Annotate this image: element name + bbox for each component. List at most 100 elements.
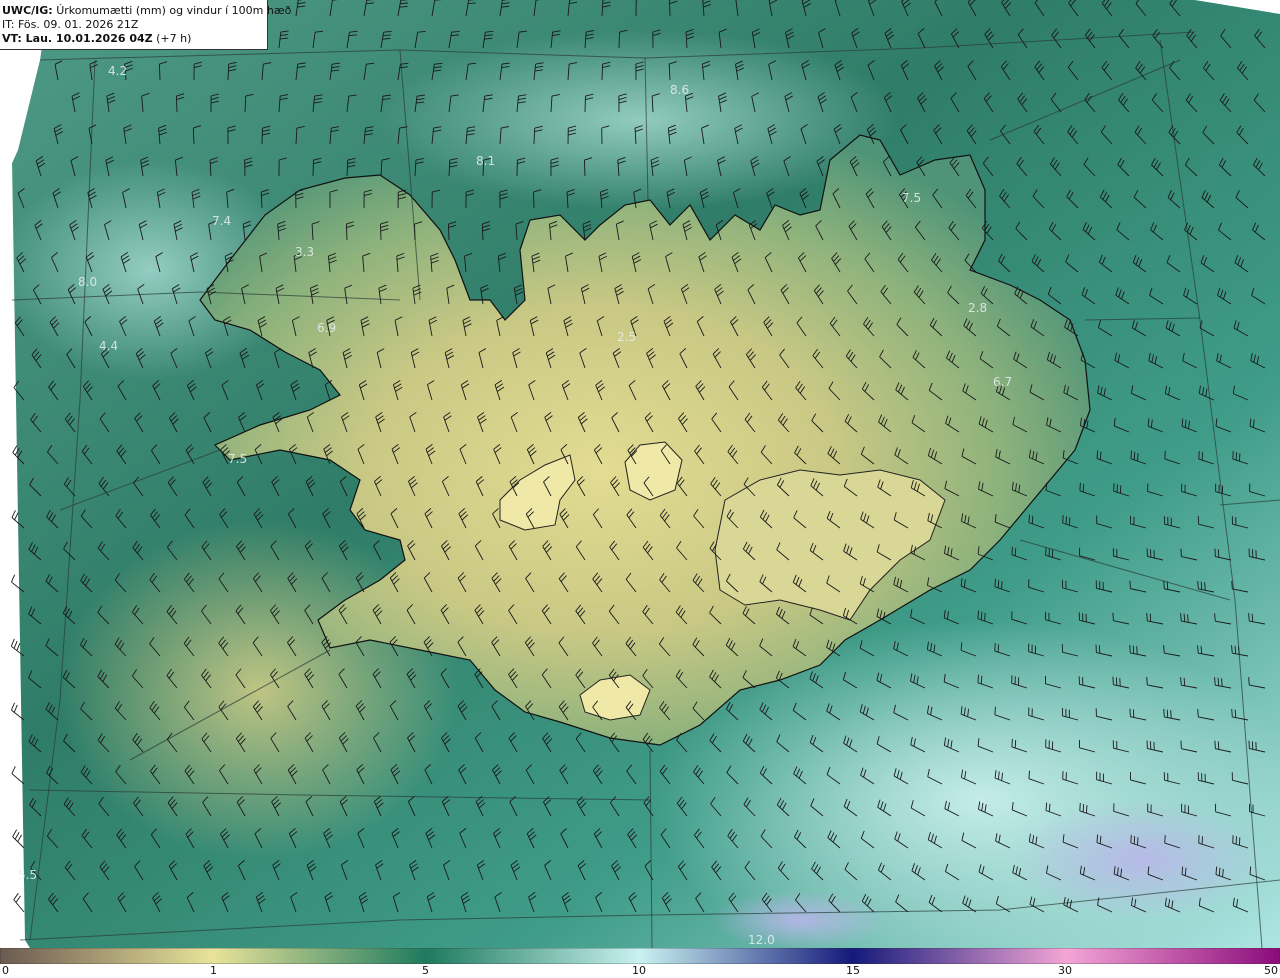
wind-barb-feather — [1248, 677, 1250, 686]
pale-field-north — [380, 30, 900, 210]
wind-barb-feather — [1163, 645, 1165, 654]
wind-barb-feather — [12, 829, 18, 837]
wind-barb-feather — [1133, 451, 1136, 460]
colorbar-tick-label: 30 — [1058, 964, 1072, 977]
precipitation-wind-map: 4.2 8.6 8.1 7.5 7.4 3.3 8.0 6.9 4.4 2.5 … — [0, 0, 1280, 948]
map-value-label: 12.0 — [748, 933, 775, 947]
wind-barb-feather — [1197, 708, 1199, 718]
map-value-label: 7.5 — [228, 452, 247, 466]
map-info-box: UWC/IG: Úrkomumætti (mm) og vindur í 100… — [0, 0, 291, 50]
model-label: UWC/IG: — [2, 4, 53, 17]
wind-barb-shaft — [601, 63, 603, 81]
wind-barb-feather — [1146, 612, 1148, 621]
wind-barb-feather — [13, 892, 19, 900]
wind-barb-feather — [15, 895, 21, 903]
wind-barb-feather — [14, 512, 19, 520]
wind-barb-feather — [1014, 547, 1017, 556]
map-value-label: 7.4 — [212, 214, 231, 228]
colorbar-tick-label: 0 — [2, 964, 9, 977]
map-viewer: 4.2 8.6 8.1 7.5 7.4 3.3 8.0 6.9 4.4 2.5 … — [0, 0, 1280, 978]
wind-barb-feather — [1014, 739, 1017, 749]
wind-barb-feather — [1137, 837, 1139, 846]
map-value-label: 3.3 — [295, 245, 314, 259]
wind-barb-feather — [12, 445, 18, 453]
colorbar-tick-label: 50 — [1264, 964, 1278, 977]
wind-barb-feather — [977, 610, 980, 619]
wind-barb-feather — [1183, 613, 1186, 622]
map-value-label: 2.5 — [617, 330, 636, 344]
wind-barb-shaft — [175, 95, 178, 113]
wind-barb-shaft — [11, 773, 25, 785]
wind-barb-feather — [1082, 483, 1085, 492]
map-title: Úrkomumætti (mm) og vindur í 100m hæð — [56, 4, 292, 17]
wind-barb-feather — [1200, 581, 1203, 590]
wind-barb-feather — [997, 579, 1000, 588]
wind-barb-feather — [16, 642, 21, 651]
wind-barb-feather — [17, 834, 23, 842]
wind-barb-feather — [1248, 613, 1250, 622]
wind-barb-feather — [1204, 582, 1206, 591]
wind-barb-feather — [1079, 482, 1081, 491]
issue-time: IT: Fös. 09. 01. 2026 21Z — [2, 18, 139, 31]
map-value-label: 6.9 — [317, 321, 336, 335]
wind-barb-feather — [1180, 613, 1182, 622]
wind-barb-shaft — [533, 191, 535, 209]
wind-barb-feather — [1146, 676, 1148, 686]
valid-offset: (+7 h) — [156, 32, 192, 45]
wind-barb-feather — [994, 706, 996, 715]
wind-barb-feather — [1130, 450, 1132, 459]
wind-barb-shaft — [158, 63, 161, 81]
wind-barb-feather — [1149, 613, 1152, 622]
wind-barb-feather — [1133, 835, 1136, 845]
wind-barb-feather — [11, 766, 16, 774]
wind-barb-feather — [980, 611, 983, 620]
wind-barb-feather — [11, 574, 16, 583]
wind-barb-feather — [10, 702, 15, 711]
map-value-label: 5.5 — [18, 868, 37, 882]
wind-barb-feather — [1011, 546, 1013, 555]
wind-barb-feather — [10, 638, 15, 647]
wind-barb-feather — [994, 578, 996, 587]
wind-barb-feather — [980, 675, 983, 684]
wind-barb-shaft — [13, 899, 25, 913]
colorbar-legend: 0 1 5 10 15 30 50 — [0, 948, 1280, 978]
wind-barb-feather — [1197, 580, 1199, 589]
heavy-field-se — [1010, 800, 1270, 920]
colorbar-tick-label: 1 — [210, 964, 217, 977]
wind-barb-feather — [1163, 708, 1165, 717]
map-value-label: 8.6 — [670, 83, 689, 97]
wind-barb-feather — [977, 674, 979, 683]
wind-barb-feather — [1137, 453, 1139, 462]
colorbar-tick-label: 5 — [422, 964, 429, 977]
wind-barb-shaft — [447, 223, 450, 241]
wind-barb-feather — [1028, 770, 1030, 779]
wind-barb-feather — [1231, 708, 1233, 718]
wind-barb-feather — [13, 640, 18, 649]
wind-barb-feather — [1011, 738, 1013, 747]
map-value-label: 4.2 — [108, 64, 127, 78]
map-title-line: UWC/IG: Úrkomumætti (mm) og vindur í 100… — [2, 4, 291, 18]
wind-barb-feather — [1132, 645, 1135, 654]
wind-barb-feather — [1170, 710, 1172, 719]
colorbar-tick-label: 15 — [846, 964, 860, 977]
wind-barb-feather — [13, 704, 18, 713]
map-value-label: 4.4 — [99, 339, 118, 353]
wind-barb-shaft — [12, 836, 25, 849]
valid-time-line: VT: Lau. 10.01.2026 04Z (+7 h) — [2, 32, 267, 46]
wind-barb-shaft — [380, 223, 382, 241]
map-value-label: 2.8 — [968, 301, 987, 315]
wind-barb-feather — [1234, 709, 1237, 718]
map-value-label: 7.5 — [902, 191, 921, 205]
wind-barb-feather — [11, 510, 16, 518]
wind-barb-feather — [1130, 834, 1132, 843]
wind-barb-shaft — [583, 159, 586, 177]
wind-barb-feather — [1136, 646, 1138, 655]
wind-barb-feather — [14, 832, 20, 840]
map-value-label: 8.0 — [78, 275, 97, 289]
wind-barb-feather — [1166, 709, 1169, 718]
map-value-label: 6.7 — [993, 375, 1012, 389]
wind-barb-feather — [1166, 581, 1169, 590]
colorbar — [0, 948, 1280, 964]
colorbar-tick-label: 10 — [632, 964, 646, 977]
wind-barb-feather — [1231, 580, 1233, 589]
